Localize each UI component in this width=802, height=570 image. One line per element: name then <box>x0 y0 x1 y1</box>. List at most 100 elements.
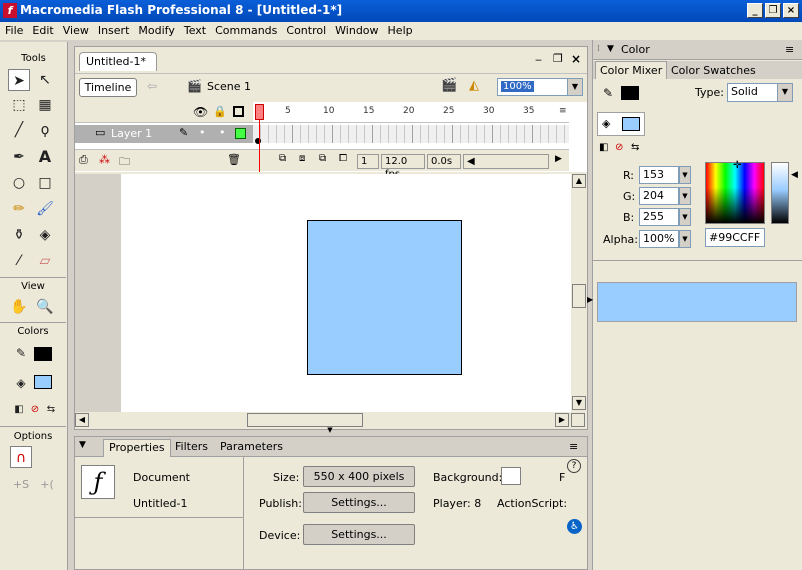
default-colors-icon[interactable]: ◧ <box>599 142 608 153</box>
scroll-up-icon[interactable]: ▲ <box>572 174 586 188</box>
help-icon[interactable]: ? <box>567 459 581 473</box>
tab-parameters[interactable]: Parameters <box>220 440 283 453</box>
insert-layer-icon[interactable]: ⎙ <box>79 153 88 167</box>
chevron-down-icon[interactable]: ▼ <box>777 84 792 101</box>
line-tool-icon[interactable]: ╱ <box>8 119 30 141</box>
menu-control[interactable]: Control <box>281 22 330 37</box>
menu-file[interactable]: File <box>0 22 27 37</box>
red-input[interactable]: 153 <box>639 166 679 184</box>
edit-multiple-frames-icon[interactable]: ⧠ <box>339 153 347 164</box>
center-frame-icon[interactable]: ⧉ <box>279 153 286 164</box>
pencil-tool-icon[interactable]: ✏ <box>8 198 30 220</box>
red-slider-icon[interactable]: ▼ <box>679 166 691 184</box>
scroll-down-icon[interactable]: ▼ <box>572 396 586 410</box>
alpha-slider-icon[interactable]: ▼ <box>679 230 691 248</box>
panel-menu-icon[interactable]: ≡ <box>569 440 578 453</box>
menu-edit[interactable]: Edit <box>27 22 57 37</box>
add-guide-layer-icon[interactable]: ⁂ <box>99 153 110 166</box>
layer-outline-color-icon[interactable] <box>235 128 246 139</box>
doc-close-icon[interactable]: × <box>571 52 581 66</box>
tab-color-swatches[interactable]: Color Swatches <box>671 64 756 77</box>
green-input[interactable]: 204 <box>639 187 679 205</box>
layer-row[interactable]: ▭ Layer 1 ✎ • • <box>75 125 253 143</box>
tab-color-mixer[interactable]: Color Mixer <box>595 61 668 79</box>
close-button[interactable]: × <box>783 3 799 18</box>
snap-magnet-icon[interactable]: ∩ <box>10 446 32 468</box>
stroke-color-swatch[interactable] <box>621 86 639 100</box>
publish-settings-button[interactable]: Settings... <box>303 492 415 513</box>
text-tool-icon[interactable]: A <box>34 146 56 168</box>
blue-slider-icon[interactable]: ▼ <box>679 208 691 226</box>
spectrum-crosshair-icon[interactable]: ✛ <box>733 160 741 171</box>
lock-dot-icon[interactable]: • <box>219 126 226 139</box>
green-slider-icon[interactable]: ▼ <box>679 187 691 205</box>
accessibility-icon[interactable]: ♿ <box>567 519 582 534</box>
alpha-input[interactable]: 100% <box>639 230 679 248</box>
menu-modify[interactable]: Modify <box>133 22 178 37</box>
blue-rectangle-shape[interactable] <box>307 220 462 375</box>
chevron-down-icon[interactable]: ▼ <box>567 79 582 95</box>
menu-commands[interactable]: Commands <box>210 22 281 37</box>
playhead-marker[interactable] <box>255 104 264 120</box>
collapse-handle-icon[interactable]: ▼ <box>315 427 345 434</box>
zoom-select[interactable]: 100% ▼ <box>497 78 583 96</box>
background-color-swatch[interactable] <box>501 467 521 485</box>
paint-bucket-tool-icon[interactable]: ◈ <box>34 224 56 246</box>
selection-tool-icon[interactable]: ➤ <box>8 69 30 91</box>
swap-colors-icon[interactable]: ⇆ <box>40 399 62 421</box>
swap-colors-icon[interactable]: ⇆ <box>631 142 639 153</box>
oval-tool-icon[interactable]: ○ <box>8 172 30 194</box>
delete-layer-icon[interactable]: 🗑 <box>227 153 241 166</box>
eye-icon[interactable]: 👁 <box>193 105 208 119</box>
frame-rate[interactable]: 12.0 fps <box>381 154 425 180</box>
horizontal-scroll-thumb[interactable] <box>247 413 363 427</box>
zoom-tool-icon[interactable]: 🔍 <box>34 296 56 318</box>
type-select[interactable]: Solid ▼ <box>727 83 793 102</box>
brush-tool-icon[interactable]: 🖌 <box>34 198 56 220</box>
fill-color-swatch[interactable] <box>622 117 640 131</box>
hex-input[interactable]: #99CCFF <box>705 228 765 247</box>
pen-tool-icon[interactable]: ✒ <box>8 146 30 168</box>
document-tab[interactable]: Untitled-1* <box>79 52 157 71</box>
no-color-icon[interactable]: ⊘ <box>615 142 623 153</box>
stroke-color-swatch[interactable] <box>34 347 52 361</box>
minimize-button[interactable]: _ <box>747 3 763 18</box>
doc-minimize-icon[interactable]: ‒ <box>535 53 542 66</box>
subselection-tool-icon[interactable]: ↖ <box>34 69 56 91</box>
panel-expand-icon[interactable]: ▶ <box>587 295 593 304</box>
rectangle-tool-icon[interactable]: □ <box>34 172 56 194</box>
onion-skin-icon[interactable]: ⧈ <box>299 153 305 164</box>
ink-bottle-tool-icon[interactable]: ⚱ <box>8 224 30 246</box>
timeline-button[interactable]: Timeline <box>79 78 137 97</box>
gripper-icon[interactable]: ⁞ <box>597 44 600 54</box>
edit-scene-icon[interactable]: 🎬 <box>441 78 457 93</box>
fill-transform-tool-icon[interactable]: ▦ <box>34 94 56 116</box>
size-button[interactable]: 550 x 400 pixels <box>303 466 415 487</box>
scroll-left-icon[interactable]: ◀ <box>75 413 89 427</box>
fill-selector[interactable]: ◈ <box>597 112 645 136</box>
scroll-right-icon[interactable]: ▶ <box>555 413 569 427</box>
eyedropper-tool-icon[interactable]: ⁄ <box>8 250 30 272</box>
restore-button[interactable]: ❐ <box>765 3 781 18</box>
lock-icon[interactable]: 🔒 <box>213 105 227 118</box>
onion-outlines-icon[interactable]: ⧉ <box>319 153 326 164</box>
menu-view[interactable]: View <box>58 22 93 37</box>
brightness-slider[interactable] <box>771 162 789 224</box>
panel-collapse-icon[interactable]: ▼ <box>607 44 614 54</box>
vertical-scrollbar[interactable]: ▲ ▼ <box>571 174 587 412</box>
insert-folder-icon[interactable]: 🗀 <box>119 153 130 172</box>
tab-properties[interactable]: Properties <box>103 439 171 457</box>
playhead[interactable] <box>255 102 264 172</box>
brightness-pointer-icon[interactable]: ◀ <box>791 170 798 180</box>
lasso-tool-icon[interactable]: ϙ <box>34 119 56 141</box>
panel-collapse-icon[interactable]: ▼ <box>79 440 86 450</box>
panel-menu-icon[interactable]: ≡ <box>785 43 794 56</box>
outline-icon[interactable] <box>233 106 244 117</box>
menu-insert[interactable]: Insert <box>93 22 134 37</box>
timeline-scroll[interactable]: ◀ <box>463 154 549 169</box>
color-spectrum[interactable] <box>705 162 765 224</box>
menu-text[interactable]: Text <box>179 22 210 37</box>
edit-symbols-icon[interactable]: ◭ <box>469 78 479 93</box>
vertical-scroll-thumb[interactable] <box>572 284 586 308</box>
eraser-tool-icon[interactable]: ▱ <box>34 250 56 272</box>
